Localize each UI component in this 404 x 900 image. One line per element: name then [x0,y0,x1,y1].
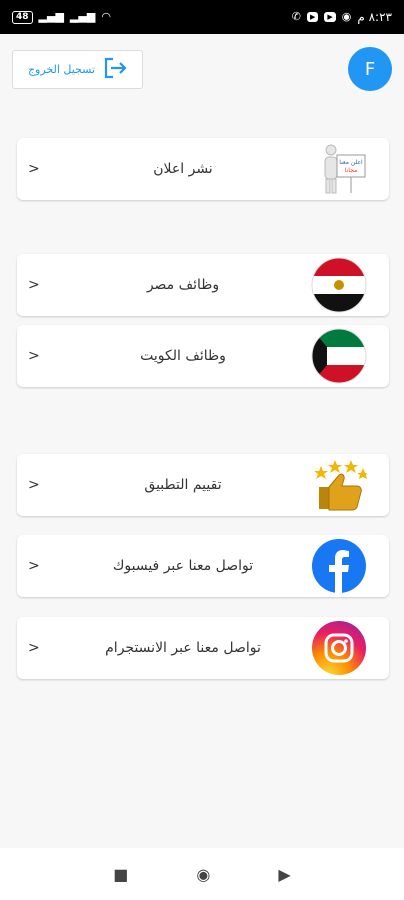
signal-icon: ▂▄▆ [38,10,64,23]
chevron-icon: > [28,477,40,493]
card-label: تقييم التطبيق [144,477,222,493]
card-label: تواصل معنا عبر الانستجرام [105,640,261,656]
back-button[interactable]: ▶ [278,865,290,884]
logout-icon [103,57,127,82]
messenger-icon: ◉ [341,10,352,23]
thumbs-up-stars-icon [311,457,367,513]
card-facebook[interactable]: > تواصل معنا عبر فيسبوك [17,535,389,597]
card-label: وظائف مصر [146,277,220,293]
chevron-icon: > [28,558,40,574]
facebook-icon [311,538,367,594]
wifi-icon: ◠ [101,10,111,23]
system-nav-bar: ■ ◉ ▶ [0,848,404,900]
instagram-icon [311,620,367,676]
svg-text:مجانا: مجانا [345,167,357,174]
chevron-icon: > [28,161,40,177]
card-egypt-jobs[interactable]: > وظائف مصر [17,254,389,316]
card-label: نشر اعلان [153,161,213,177]
youtube-icon: ▶ [306,12,319,22]
missed-call-icon: ✆ [291,10,301,23]
card-label: تواصل معنا عبر فيسبوك [112,558,254,574]
battery-icon: 48 [12,10,33,24]
egypt-flag-icon [311,257,367,313]
status-bar: 48 ▂▄▆ ▂▄▆ ◠ ✆ ▶ ▶ ◉ ٨:٢٣ م [0,0,404,34]
chevron-icon: > [28,277,40,293]
avatar[interactable]: F [348,47,392,91]
kuwait-flag-icon [311,328,367,384]
status-right: ✆ ▶ ▶ ◉ ٨:٢٣ م [292,10,392,24]
recents-button[interactable]: ■ [113,865,128,884]
card-kuwait-jobs[interactable]: > وظائف الكويت [17,325,389,387]
signal-icon-2: ▂▄▆ [69,10,96,23]
chevron-icon: > [28,640,40,656]
card-instagram[interactable]: > تواصل معنا عبر الانستجرام [17,617,389,679]
youtube-icon-2: ▶ [324,12,336,22]
advertise-free-sign-icon: اعلن معنا مجانا [311,141,367,197]
card-post-ad[interactable]: > نشر اعلان اعلن معنا مجانا [17,138,389,200]
status-time: ٨:٢٣ م [357,10,392,24]
home-button[interactable]: ◉ [196,865,210,884]
status-left: 48 ▂▄▆ ▂▄▆ ◠ [12,10,111,24]
card-label: وظائف الكويت [140,348,226,364]
logout-label: تسجيل الخروج [27,63,96,76]
header: تسجيل الخروج F [0,34,404,106]
chevron-icon: > [28,348,40,364]
svg-text:اعلن معنا: اعلن معنا [339,159,363,166]
logout-button[interactable]: تسجيل الخروج [12,50,143,89]
card-rate-app[interactable]: > تقييم التطبيق [17,454,389,516]
